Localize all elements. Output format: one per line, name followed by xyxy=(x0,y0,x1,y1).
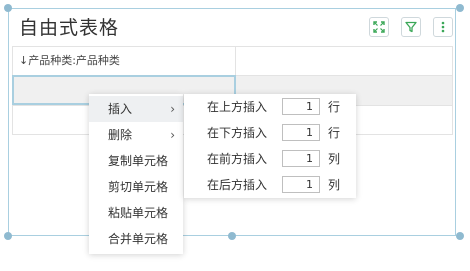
context-menu: 插入 › 删除 › 复制单元格 剪切单元格 粘贴单元格 合并单元格 xyxy=(89,94,183,254)
insert-above-label: 在上方插入 xyxy=(207,100,268,114)
insert-before-unit: 列 xyxy=(328,152,341,166)
insert-after-count-input[interactable]: 1 xyxy=(282,176,320,193)
resize-handle-top-left[interactable] xyxy=(4,4,12,12)
insert-after-unit: 列 xyxy=(328,178,341,192)
more-button[interactable] xyxy=(433,17,453,37)
chevron-right-icon: › xyxy=(170,102,175,116)
filter-icon xyxy=(405,21,417,33)
menu-item-label: 删除 xyxy=(108,128,133,142)
column-divider xyxy=(235,47,236,76)
menu-item-insert[interactable]: 插入 › xyxy=(89,96,183,122)
resize-handle-top-right[interactable] xyxy=(456,4,464,12)
menu-item-delete[interactable]: 删除 › xyxy=(89,122,183,148)
resize-handle-bottom-left[interactable] xyxy=(4,232,12,240)
chevron-right-icon: › xyxy=(170,128,175,142)
insert-after-row[interactable]: 在后方插入 1 列 xyxy=(184,172,356,198)
resize-handle-bottom-right[interactable] xyxy=(456,232,464,240)
insert-after-label: 在后方插入 xyxy=(207,178,268,192)
menu-item-paste-cell[interactable]: 粘贴单元格 xyxy=(89,200,183,226)
insert-above-unit: 行 xyxy=(328,100,341,114)
insert-above-row[interactable]: 在上方插入 1 行 xyxy=(184,94,356,120)
widget-title: 自由式表格 xyxy=(19,17,120,39)
menu-item-label: 剪切单元格 xyxy=(108,180,169,194)
insert-submenu: 在上方插入 1 行 在下方插入 1 行 在前方插入 1 列 在后方插入 1 列 xyxy=(184,94,356,198)
insert-below-row[interactable]: 在下方插入 1 行 xyxy=(184,120,356,146)
menu-item-cut-cell[interactable]: 剪切单元格 xyxy=(89,174,183,200)
header-cell[interactable]: ↓产品种类:产品种类 xyxy=(19,54,120,68)
insert-below-unit: 行 xyxy=(328,126,341,140)
menu-item-merge-cell[interactable]: 合并单元格 xyxy=(89,226,183,252)
menu-item-label: 粘贴单元格 xyxy=(108,206,169,220)
resize-handle-bottom-center[interactable] xyxy=(228,232,236,240)
insert-below-count-input[interactable]: 1 xyxy=(282,124,320,141)
expand-button[interactable] xyxy=(369,17,389,37)
menu-item-copy-cell[interactable]: 复制单元格 xyxy=(89,148,183,174)
menu-item-label: 复制单元格 xyxy=(108,154,169,168)
more-vertical-icon xyxy=(441,21,445,33)
insert-below-label: 在下方插入 xyxy=(207,126,268,140)
filter-button[interactable] xyxy=(401,17,421,37)
insert-before-row[interactable]: 在前方插入 1 列 xyxy=(184,146,356,172)
insert-before-label: 在前方插入 xyxy=(207,152,268,166)
insert-above-count-input[interactable]: 1 xyxy=(282,98,320,115)
insert-before-count-input[interactable]: 1 xyxy=(282,150,320,167)
expand-icon xyxy=(373,21,385,33)
menu-item-label: 插入 xyxy=(108,102,133,116)
menu-item-label: 合并单元格 xyxy=(108,232,169,246)
header-row: ↓产品种类:产品种类 xyxy=(13,47,452,76)
